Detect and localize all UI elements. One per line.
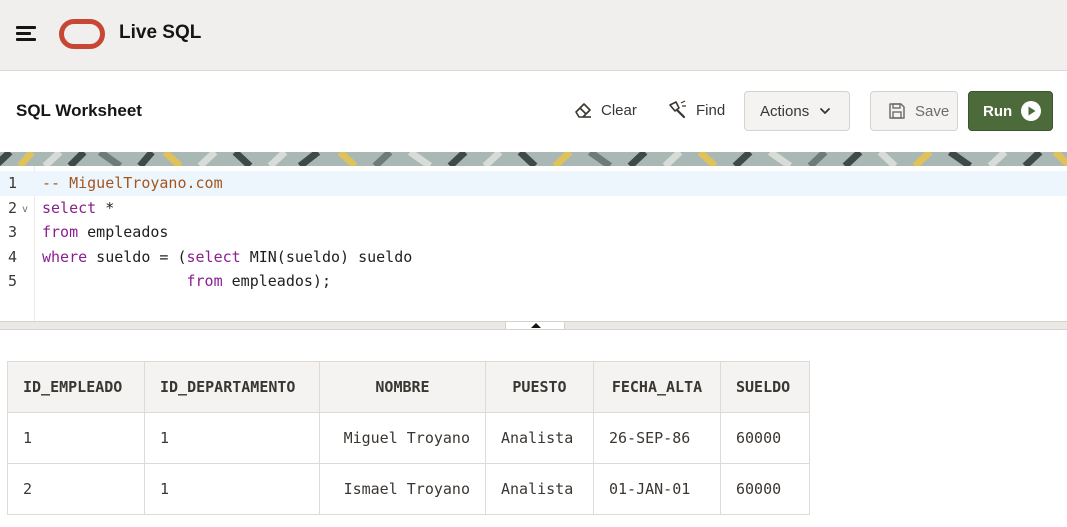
code-text[interactable]: where sueldo = (select MIN(sueldo) sueld…	[42, 245, 412, 270]
hamburger-menu-icon[interactable]	[16, 24, 38, 42]
save-button[interactable]: Save	[870, 91, 958, 131]
run-button[interactable]: Run	[968, 91, 1053, 131]
play-circle-icon	[1021, 101, 1042, 121]
table-cell: Ismael Troyano	[319, 463, 486, 515]
actions-dropdown[interactable]: Actions	[744, 91, 850, 131]
table-cell: 1	[144, 412, 320, 464]
code-line[interactable]: 4 where sueldo = (select MIN(sueldo) sue…	[0, 245, 1067, 270]
code-line[interactable]: 1 -- MiguelTroyano.com	[0, 171, 1067, 196]
decorative-pattern-band	[0, 152, 1067, 166]
table-row[interactable]: 2 1 Ismael Troyano Analista 01-JAN-01 60…	[7, 463, 810, 515]
code-line[interactable]: 3 from empleados	[0, 220, 1067, 245]
find-flashlight-icon	[669, 100, 686, 119]
app-header: Live SQL	[0, 0, 1067, 71]
code-line[interactable]: 5 from empleados);	[0, 269, 1067, 294]
table-cell: 26-SEP-86	[593, 412, 721, 464]
line-number: 4	[8, 247, 18, 266]
table-cell: 2	[7, 463, 145, 515]
oracle-logo-icon	[59, 19, 105, 49]
code-text[interactable]: from empleados);	[42, 269, 332, 294]
code-text[interactable]: -- MiguelTroyano.com	[42, 171, 223, 196]
actions-label: Actions	[760, 102, 810, 120]
column-header[interactable]: ID_DEPARTAMENTO	[144, 361, 320, 413]
table-cell: 60000	[720, 412, 810, 464]
column-header[interactable]: PUESTO	[485, 361, 594, 413]
results-table: ID_EMPLEADO ID_DEPARTAMENTO NOMBRE PUEST…	[7, 361, 810, 515]
table-cell: 60000	[720, 463, 810, 515]
worksheet-toolbar: SQL Worksheet Clear Find Actions Save Ru…	[0, 71, 1067, 152]
column-header[interactable]: NOMBRE	[319, 361, 486, 413]
line-number: 2	[8, 198, 18, 217]
save-icon	[889, 103, 905, 119]
code-text[interactable]: from empleados	[42, 220, 168, 245]
find-label: Find	[696, 101, 726, 119]
column-header[interactable]: FECHA_ALTA	[593, 361, 721, 413]
page-title: SQL Worksheet	[16, 101, 142, 120]
clear-button[interactable]: Clear	[573, 100, 637, 120]
fold-arrow-icon[interactable]: v	[22, 198, 28, 223]
sql-editor[interactable]: 1 -- MiguelTroyano.com 2 v select * 3 fr…	[0, 166, 1067, 321]
line-number: 3	[8, 223, 18, 241]
table-cell: Analista	[485, 463, 594, 515]
table-cell: 1	[7, 412, 145, 464]
table-row[interactable]: 1 1 Miguel Troyano Analista 26-SEP-86 60…	[7, 412, 810, 464]
editor-results-splitter[interactable]	[0, 321, 1067, 330]
chevron-down-icon	[820, 108, 831, 114]
code-text[interactable]: select *	[42, 196, 114, 221]
query-results: ID_EMPLEADO ID_DEPARTAMENTO NOMBRE PUEST…	[7, 361, 810, 515]
table-cell: 01-JAN-01	[593, 463, 721, 515]
code-line[interactable]: 2 v select *	[0, 196, 1067, 221]
header-row: ID_EMPLEADO ID_DEPARTAMENTO NOMBRE PUEST…	[7, 361, 810, 413]
column-header[interactable]: ID_EMPLEADO	[7, 361, 145, 413]
line-number: 1	[8, 174, 18, 192]
table-cell: 1	[144, 463, 320, 515]
app-title: Live SQL	[119, 22, 202, 43]
table-cell: Analista	[485, 412, 594, 464]
eraser-icon	[575, 103, 591, 118]
caret-up-icon	[531, 323, 541, 328]
run-label: Run	[983, 102, 1013, 120]
line-number: 5	[8, 272, 18, 290]
collapse-handle[interactable]	[505, 322, 565, 330]
column-header[interactable]: SUELDO	[720, 361, 810, 413]
clear-label: Clear	[601, 101, 637, 119]
table-cell: Miguel Troyano	[319, 412, 486, 464]
find-button[interactable]: Find	[668, 100, 725, 120]
save-label: Save	[915, 102, 950, 120]
